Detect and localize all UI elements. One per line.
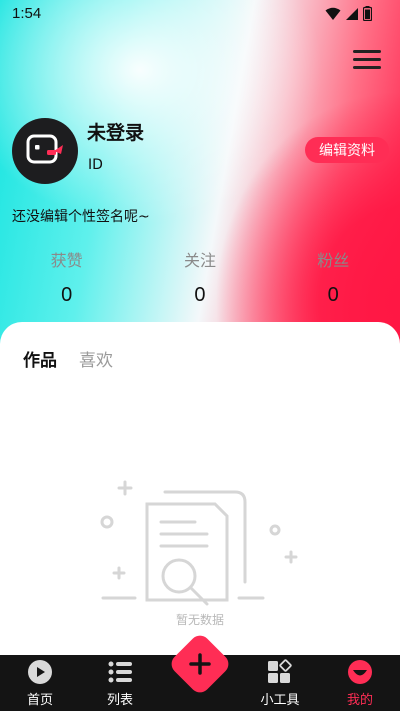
plus-icon[interactable] [177, 641, 223, 687]
content-tabs: 作品 喜欢 [23, 346, 113, 371]
stat-label: 粉丝 [317, 251, 350, 270]
nav-label: 小工具 [260, 693, 300, 708]
empty-state-text: 暂无数据 [175, 613, 224, 627]
stat-value: 0 [327, 284, 339, 306]
tab-works[interactable]: 作品 [23, 346, 57, 371]
stat-following[interactable]: 关注 0 [133, 248, 266, 307]
status-bar: 1:54 [0, 0, 400, 28]
username: 未登录 [87, 122, 145, 144]
play-icon [28, 660, 52, 684]
stats-row: 获赞 0 关注 0 粉丝 0 [0, 248, 400, 307]
nav-tools[interactable]: 小工具 [240, 655, 320, 711]
status-icons [325, 6, 372, 21]
tab-likes[interactable]: 喜欢 [79, 346, 113, 371]
edit-profile-button[interactable]: 编辑资料 [305, 137, 389, 163]
nav-label: 我的 [346, 693, 373, 708]
status-time: 1:54 [12, 5, 42, 22]
signal-icon [346, 7, 358, 20]
smile-profile-icon [348, 660, 372, 684]
nav-label: 列表 [106, 693, 133, 708]
stat-label: 获赞 [50, 251, 83, 270]
nav-label: 首页 [26, 693, 53, 708]
list-icon [108, 661, 132, 683]
stat-label: 关注 [183, 251, 216, 270]
stat-value: 0 [194, 284, 206, 306]
signature-text: 还没编辑个性签名呢~ [12, 209, 150, 225]
stat-value: 0 [61, 284, 73, 306]
user-id: ID [88, 157, 103, 173]
avatar[interactable] [12, 118, 78, 184]
stat-likes[interactable]: 获赞 0 [0, 248, 133, 307]
nav-list[interactable]: 列表 [80, 655, 160, 711]
nav-home[interactable]: 首页 [0, 655, 80, 711]
nav-profile[interactable]: 我的 [320, 655, 400, 711]
wifi-icon [325, 7, 341, 20]
stat-followers[interactable]: 粉丝 0 [267, 248, 400, 307]
battery-icon [363, 6, 372, 21]
empty-document-search-icon [100, 480, 298, 606]
content-card: 作品 喜欢 暂无数据 [0, 322, 400, 655]
app-logo-icon [26, 134, 63, 164]
menu-icon[interactable] [353, 48, 381, 72]
tools-grid-icon [268, 659, 292, 683]
